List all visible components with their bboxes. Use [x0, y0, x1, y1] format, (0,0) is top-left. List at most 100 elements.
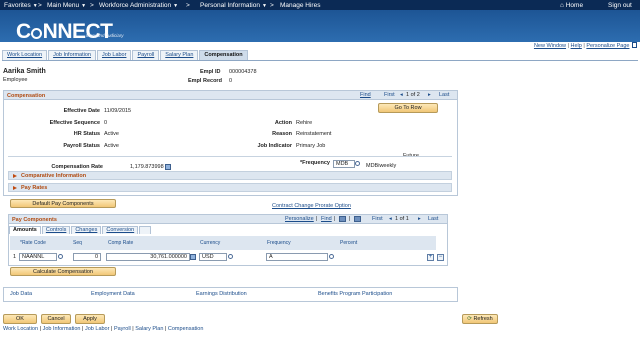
col-seq[interactable]: Seq: [73, 240, 82, 246]
footer-separator: |: [39, 326, 42, 332]
pay-next-icon[interactable]: ▸: [418, 216, 421, 222]
row-number: 1: [13, 254, 17, 260]
currency-input[interactable]: USD: [199, 253, 227, 261]
pay-prev-icon[interactable]: ◂: [389, 216, 392, 222]
download-grid-icon[interactable]: [354, 216, 361, 222]
frequency-lookup-icon[interactable]: [355, 161, 360, 166]
footer-link-payroll[interactable]: Payroll: [114, 326, 131, 332]
pay-personalize-link[interactable]: Personalize: [285, 216, 314, 222]
show-all-columns-icon[interactable]: [139, 226, 152, 234]
comp-next-icon[interactable]: ▸: [428, 92, 431, 98]
comp-first-link[interactable]: First: [384, 92, 395, 98]
frequency-row-lookup-icon[interactable]: [329, 254, 334, 259]
comp-prev-icon[interactable]: ◂: [400, 92, 403, 98]
personalize-page-link[interactable]: Personalize Page: [586, 43, 629, 49]
frequency-row-input[interactable]: A: [266, 253, 328, 261]
pay-last-link[interactable]: Last: [428, 216, 438, 222]
top-nav-bar: Favorites ▼ > Main Menu ▼ > Workforce Admi…: [0, 0, 640, 10]
nav-separator: >: [90, 2, 94, 9]
calculator-icon[interactable]: [165, 164, 171, 170]
subtab-amounts[interactable]: Amounts: [9, 226, 41, 234]
view-all-icon[interactable]: [339, 216, 346, 222]
delete-row-button[interactable]: −: [437, 254, 444, 261]
page-icon[interactable]: [632, 42, 637, 48]
cancel-button[interactable]: Cancel: [41, 314, 71, 324]
col-frequency[interactable]: Frequency: [267, 240, 291, 246]
refresh-button[interactable]: ⟳ Refresh: [462, 314, 498, 324]
dropdown-icon: ▼: [173, 3, 179, 9]
subtab-changes[interactable]: Changes: [71, 226, 102, 234]
comparative-information-section[interactable]: Comparative Information: [8, 171, 452, 180]
footer-separator: |: [132, 326, 134, 332]
new-window-link[interactable]: New Window: [534, 43, 566, 49]
pay-link-separator: |: [334, 216, 336, 222]
comparative-information-label: Comparative Information: [21, 173, 87, 179]
action-label: Action: [274, 120, 292, 126]
pay-link-separator: |: [349, 216, 351, 222]
col-rate-code[interactable]: *Rate Code: [20, 240, 46, 246]
tab-job-information[interactable]: Job Information: [48, 50, 96, 60]
apply-button[interactable]: Apply: [75, 314, 105, 324]
reason-label: Reason: [272, 131, 292, 137]
subtab-controls[interactable]: Controls: [41, 226, 71, 234]
tab-compensation[interactable]: Compensation: [199, 50, 248, 60]
favorites-menu[interactable]: Favorites ▼: [4, 2, 38, 9]
dropdown-icon: ▼: [32, 3, 38, 9]
currency-lookup-icon[interactable]: [228, 254, 233, 259]
tab-salary-plan[interactable]: Salary Plan: [160, 50, 199, 60]
calculate-compensation-button[interactable]: Calculate Compensation: [10, 267, 116, 276]
crumb-workforce-admin[interactable]: Workforce Administration ▼: [99, 2, 178, 9]
pay-find-link[interactable]: Find: [321, 216, 332, 222]
rate-code-lookup-icon[interactable]: [58, 254, 63, 259]
tab-job-labor[interactable]: Job Labor: [96, 50, 132, 60]
footer-link-job-labor[interactable]: Job Labor: [85, 326, 109, 332]
tab-work-location[interactable]: Work Location: [2, 50, 48, 60]
job-data-link[interactable]: Job Data: [10, 291, 32, 297]
payroll-status-value: Active: [104, 143, 119, 149]
effective-sequence-label: Effective Sequence: [49, 120, 100, 126]
earnings-distribution-link[interactable]: Earnings Distribution: [196, 291, 247, 297]
main-menu[interactable]: Main Menu ▼: [47, 2, 86, 9]
pay-rates-section[interactable]: Pay Rates: [8, 183, 452, 192]
home-link[interactable]: ⌂ Home: [560, 2, 583, 9]
effective-sequence-value: 0: [104, 120, 108, 126]
help-link[interactable]: Help: [571, 43, 582, 49]
default-pay-components-button[interactable]: Default Pay Components: [10, 199, 116, 208]
empl-id-label: Empl ID: [200, 69, 221, 75]
add-row-button[interactable]: +: [427, 254, 434, 261]
frequency-input[interactable]: MDB: [333, 160, 355, 168]
connect-logo: C NNECT: [16, 20, 113, 43]
pay-row-range: 1 of 1: [395, 216, 409, 222]
employment-data-link[interactable]: Employment Data: [91, 291, 135, 297]
logo-ring-icon: [30, 28, 42, 39]
nav-separator: >: [38, 2, 42, 9]
comp-last-link[interactable]: Last: [439, 92, 449, 98]
go-to-row-button[interactable]: Go To Row: [378, 103, 438, 113]
footer-link-compensation[interactable]: Compensation: [168, 326, 203, 332]
rate-code-input[interactable]: NAANNL: [19, 253, 57, 261]
tab-payroll[interactable]: Payroll: [132, 50, 160, 60]
footer-link-work-location[interactable]: Work Location: [3, 326, 38, 332]
comp-find-link[interactable]: Find: [360, 92, 371, 98]
col-currency[interactable]: Currency: [200, 240, 220, 246]
crumb-personal-information[interactable]: Personal Information ▼: [200, 2, 267, 9]
signout-link[interactable]: Sign out: [608, 2, 632, 9]
comp-rate-input[interactable]: 30,761.000000: [106, 253, 190, 261]
crumb-manage-hires[interactable]: Manage Hires: [280, 2, 320, 9]
benefits-program-link[interactable]: Benefits Program Participation: [318, 291, 392, 297]
comp-rate-calculator-icon[interactable]: [190, 254, 196, 260]
ok-button[interactable]: OK: [3, 314, 37, 324]
subtab-conversion[interactable]: Conversion: [102, 226, 139, 234]
empl-id-value: 000004378: [229, 69, 257, 75]
contract-change-prorate-link[interactable]: Contract Change Prorate Option: [272, 203, 351, 209]
footer-link-job-information[interactable]: Job Information: [43, 326, 81, 332]
dropdown-icon: ▼: [81, 3, 87, 9]
pay-components-title: Pay Components: [12, 216, 57, 223]
col-percent[interactable]: Percent: [340, 240, 357, 246]
seq-input[interactable]: 0: [73, 253, 101, 261]
tab-baseline: [2, 60, 638, 61]
pay-first-link[interactable]: First: [372, 216, 383, 222]
footer-link-salary-plan[interactable]: Salary Plan: [135, 326, 163, 332]
refresh-icon: ⟳: [467, 316, 472, 322]
col-comp-rate[interactable]: Comp Rate: [108, 240, 133, 246]
